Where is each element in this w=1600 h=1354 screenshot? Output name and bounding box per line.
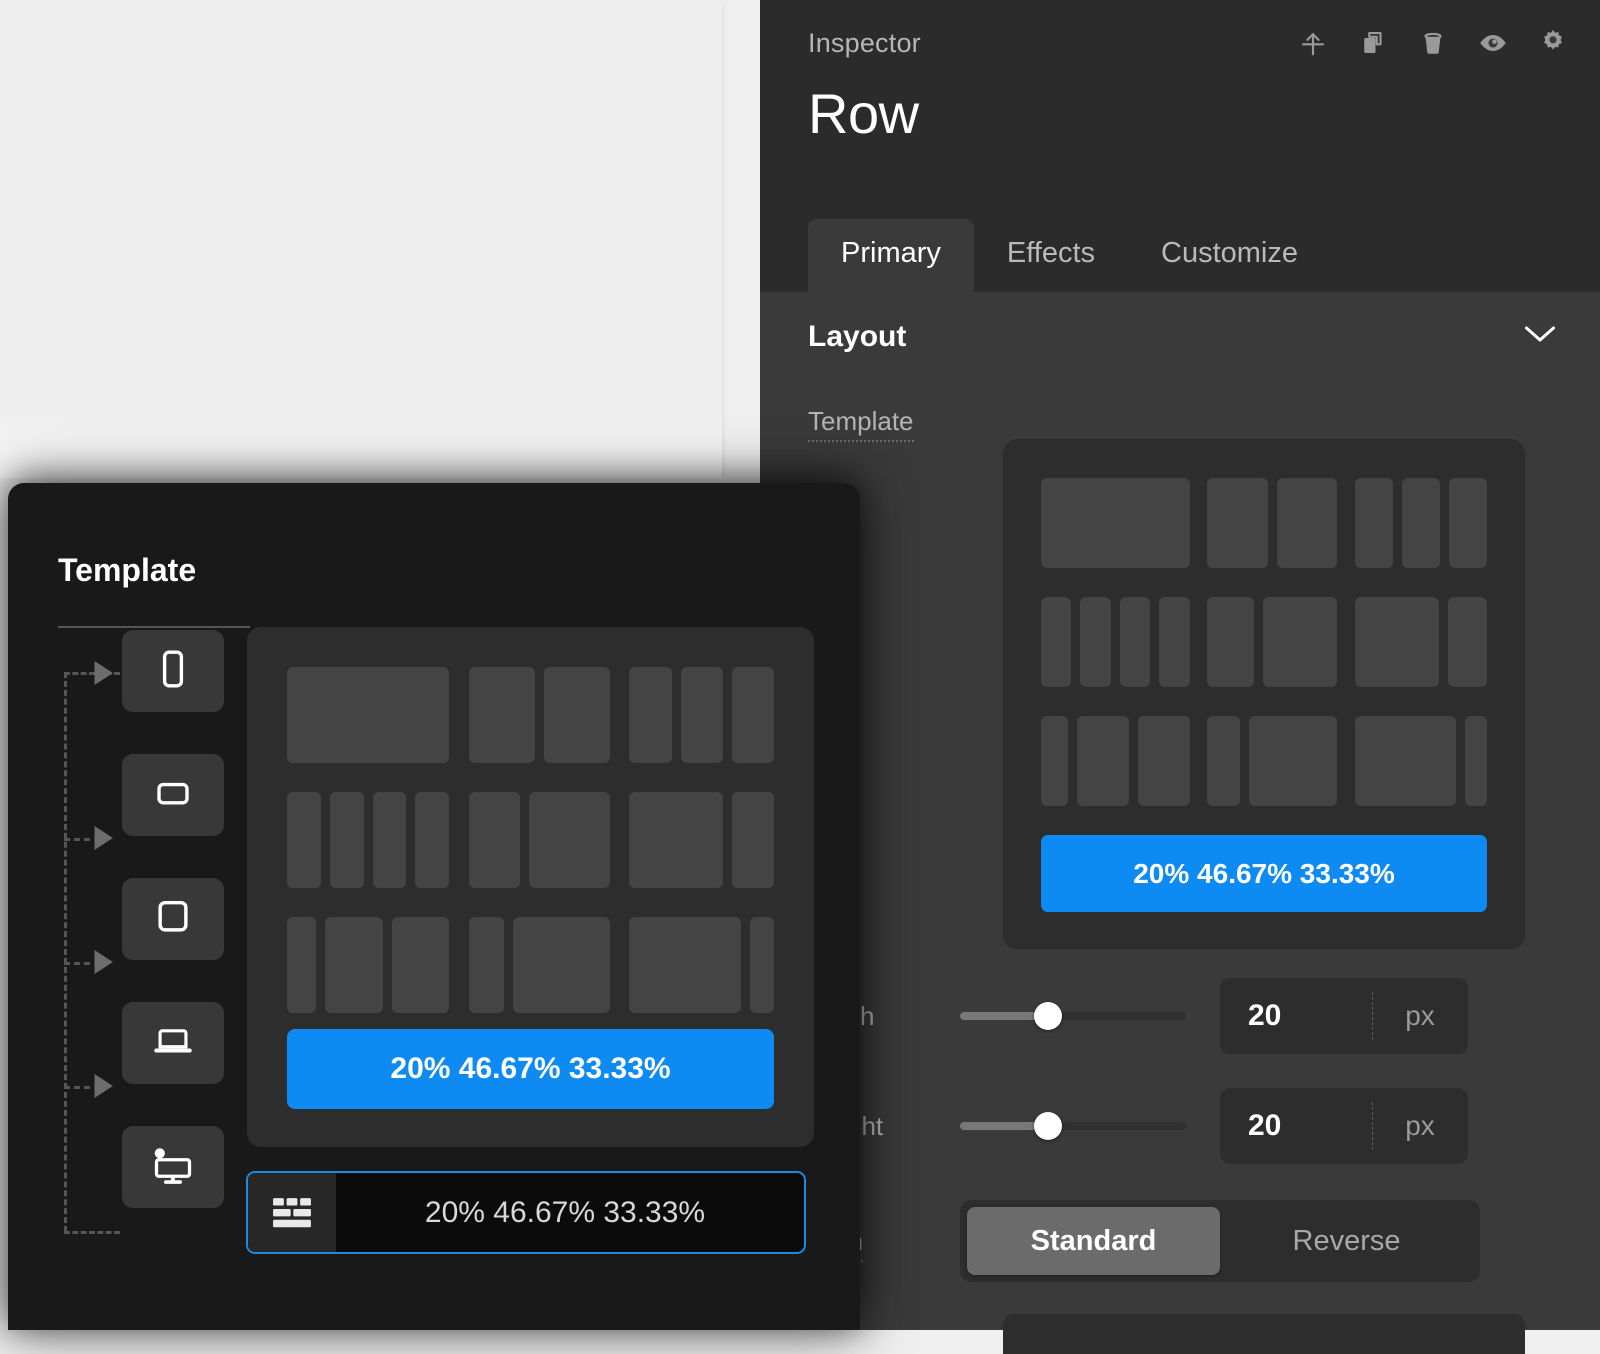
breakpoint-mobile[interactable] — [122, 630, 224, 712]
height-value: 20 — [1220, 1109, 1372, 1143]
breakpoint-tablet-portrait[interactable] — [122, 878, 224, 960]
height-slider-knob[interactable] — [1034, 1112, 1062, 1140]
tablet-landscape-icon — [152, 776, 194, 815]
section-title: Layout — [808, 320, 906, 354]
rail-arrow-icon — [86, 945, 120, 979]
width-value: 20 — [1220, 999, 1372, 1033]
inspector-tabs: Primary Effects Customize — [808, 219, 1331, 292]
popup-template-grid — [287, 667, 774, 1042]
template-field-label: Template — [760, 406, 960, 437]
height-field-row: Height 20 px — [760, 1088, 1600, 1164]
template-preview-row — [1041, 597, 1487, 687]
breakpoint-tablet-landscape[interactable] — [122, 754, 224, 836]
tab-effects[interactable]: Effects — [974, 219, 1128, 292]
layout-rows-icon — [248, 1173, 336, 1252]
template-preview-row — [1041, 716, 1487, 806]
height-unit: px — [1372, 1110, 1468, 1142]
rail-dashed-connector — [64, 672, 69, 1232]
template-preview-grid — [1041, 478, 1487, 806]
popup-preview-value[interactable]: 20% 46.67% 33.33% — [287, 1029, 774, 1109]
inspector-panel: Inspector — [760, 0, 1600, 1330]
direction-standard-button[interactable]: Standard — [967, 1207, 1220, 1275]
breakpoint-laptop[interactable] — [122, 1002, 224, 1084]
phone-portrait-icon — [156, 648, 190, 695]
inspector-content: Layout Template — [760, 292, 1600, 1330]
template-preview-card[interactable]: 20% 46.67% 33.33% — [1003, 439, 1525, 949]
duplicate-icon[interactable] — [1356, 24, 1390, 62]
height-input[interactable]: 20 px — [1220, 1088, 1468, 1164]
input-divider — [1372, 992, 1374, 1040]
element-name: Row — [808, 86, 919, 142]
inspector-header: Inspector — [760, 0, 1600, 292]
template-selected-value[interactable]: 20% 46.67% 33.33% — [1041, 835, 1487, 912]
width-slider-knob[interactable] — [1034, 1002, 1062, 1030]
height-slider[interactable] — [960, 1106, 1186, 1146]
desktop-monitor-icon — [149, 1144, 197, 1191]
popup-title: Template — [58, 552, 196, 589]
width-field-row: Width 20 px — [760, 978, 1600, 1054]
rail-arrow-icon — [86, 1069, 120, 1103]
popup-divider — [58, 626, 250, 628]
layout-section-header[interactable]: Layout — [760, 292, 1600, 392]
rail-arrow-icon — [86, 821, 120, 855]
canvas-page-surface — [0, 0, 722, 478]
rail-dash-bottom — [64, 1231, 120, 1236]
input-divider — [1372, 1102, 1374, 1150]
direction-segmented-control: Standard Reverse — [960, 1200, 1480, 1282]
tablet-portrait-icon — [153, 897, 193, 942]
popup-template-row — [287, 917, 774, 1013]
laptop-icon — [150, 1023, 196, 1064]
popup-selected-template-row[interactable]: 20% 46.67% 33.33% — [246, 1171, 806, 1254]
width-input[interactable]: 20 px — [1220, 978, 1468, 1054]
tab-customize[interactable]: Customize — [1128, 219, 1331, 292]
breakpoint-desktop[interactable] — [122, 1126, 224, 1208]
template-preview-row — [1041, 478, 1487, 568]
inspector-toolbar — [1296, 24, 1570, 62]
width-unit: px — [1372, 1000, 1468, 1032]
popup-template-row — [287, 667, 774, 763]
trash-icon[interactable] — [1416, 24, 1450, 62]
breakpoint-rail — [56, 648, 246, 1268]
rail-arrow-icon — [86, 656, 120, 690]
width-slider[interactable] — [960, 996, 1186, 1036]
popup-selected-template-label: 20% 46.67% 33.33% — [336, 1196, 804, 1230]
canvas-page[interactable] — [0, 0, 722, 478]
tab-primary[interactable]: Primary — [808, 219, 974, 292]
direction-field-row: ction Standard Reverse — [760, 1200, 1600, 1282]
insert-above-icon[interactable] — [1296, 24, 1330, 62]
popup-template-row — [287, 792, 774, 888]
inspector-label: Inspector — [808, 28, 921, 59]
popup-template-card[interactable]: 20% 46.67% 33.33% — [247, 627, 814, 1147]
visibility-eye-icon[interactable] — [1476, 24, 1510, 62]
settings-gear-icon[interactable] — [1536, 24, 1570, 62]
next-control-partial[interactable] — [1003, 1314, 1525, 1354]
direction-reverse-button[interactable]: Reverse — [1220, 1207, 1473, 1275]
chevron-down-icon[interactable] — [1522, 322, 1558, 351]
